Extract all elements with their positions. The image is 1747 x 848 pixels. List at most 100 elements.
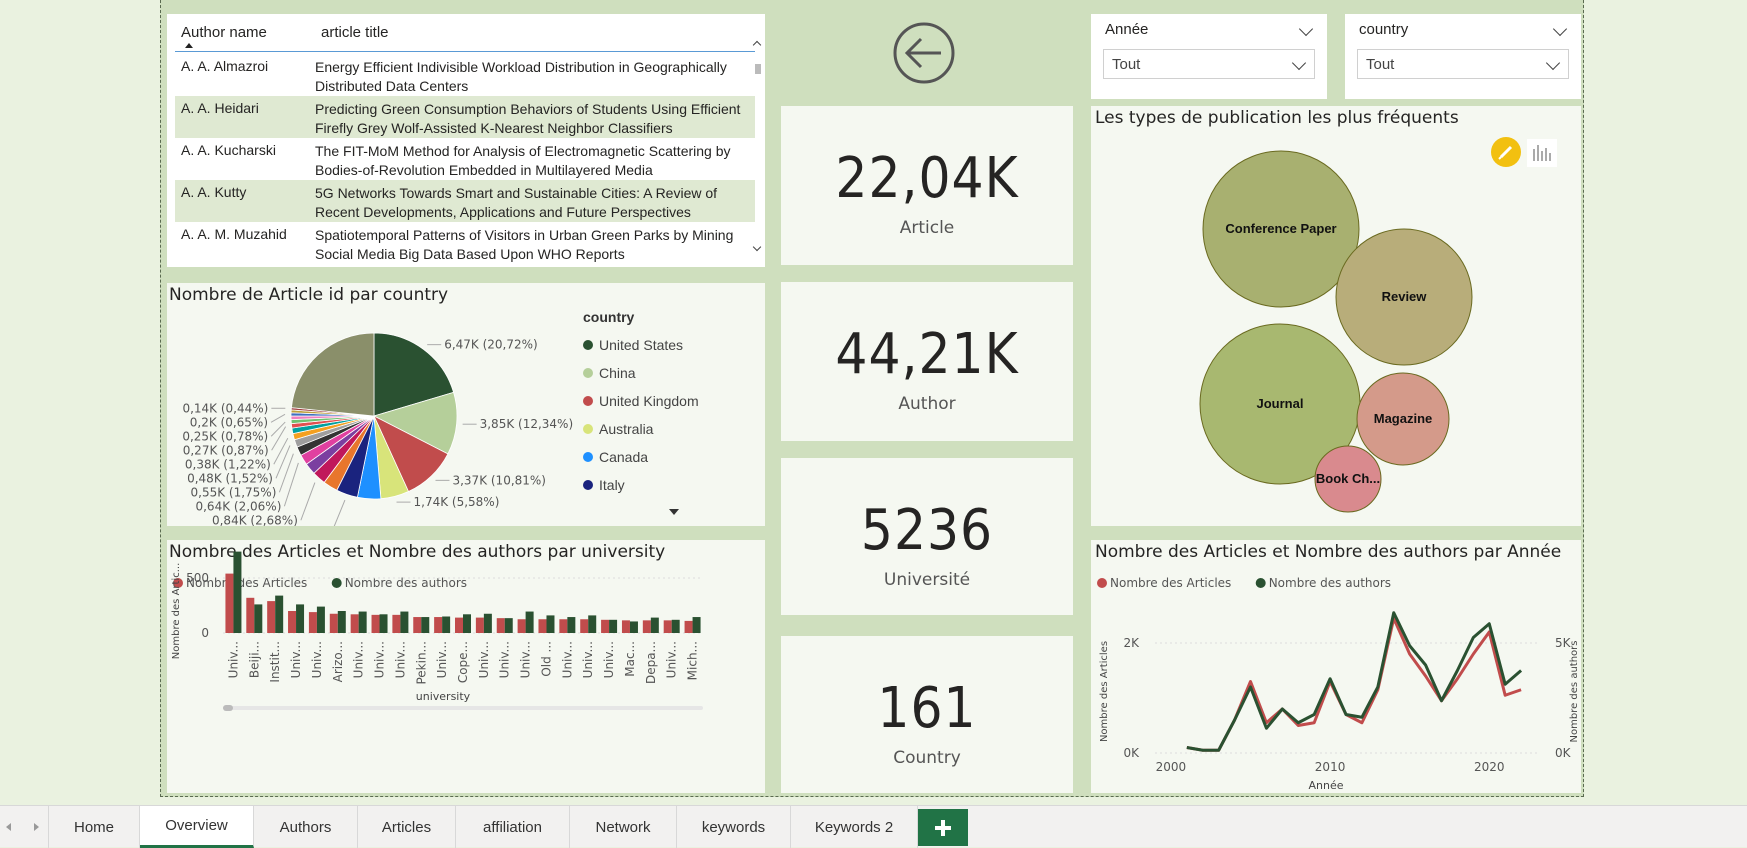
table-row[interactable]: A. A. Kutty 5G Networks Towards Smart an…	[175, 180, 755, 222]
back-button[interactable]	[893, 22, 955, 84]
series-line[interactable]	[1186, 616, 1522, 752]
bar[interactable]	[296, 604, 305, 633]
chevron-down-icon[interactable]	[1298, 21, 1314, 37]
kpi-label: Université	[883, 570, 971, 590]
slicer-country[interactable]: country Tout	[1345, 14, 1581, 99]
bar[interactable]	[371, 614, 380, 633]
bar[interactable]	[692, 617, 701, 633]
pie-data-label: 3,37K (10,81%)	[452, 473, 546, 487]
bar[interactable]	[504, 618, 513, 633]
kpi-card-countries: 161 Country	[781, 636, 1073, 793]
bar[interactable]	[337, 611, 346, 633]
legend-item[interactable]: Australia	[583, 415, 763, 443]
annee-dropdown[interactable]: Tout	[1103, 49, 1315, 79]
bar[interactable]	[350, 614, 359, 633]
tab-articles[interactable]: Articles	[358, 806, 456, 848]
bubble-chart-panel[interactable]: Les types de publication les plus fréque…	[1091, 106, 1581, 526]
bar[interactable]	[233, 551, 242, 633]
bar[interactable]	[421, 617, 430, 633]
bar[interactable]	[308, 612, 317, 633]
bar[interactable]	[413, 617, 422, 633]
scroll-thumb[interactable]	[223, 705, 233, 711]
series-line[interactable]	[1186, 611, 1523, 752]
tab-network[interactable]: Network	[570, 806, 677, 848]
author-article-table[interactable]: Author name article title A. A. Almazroi…	[167, 14, 765, 267]
table-row[interactable]: A. A. Heidari Predicting Green Consumpti…	[175, 96, 755, 138]
bar[interactable]	[267, 601, 276, 633]
bar[interactable]	[588, 615, 597, 633]
legend-marker	[583, 340, 593, 350]
bar[interactable]	[538, 619, 547, 633]
bar[interactable]	[496, 618, 505, 633]
tab-affiliation[interactable]: affiliation	[456, 806, 570, 848]
legend-item[interactable]: United States	[583, 331, 763, 359]
bar[interactable]	[671, 619, 680, 633]
bar[interactable]	[525, 611, 534, 633]
bar[interactable]	[316, 606, 325, 633]
bar[interactable]	[567, 617, 576, 633]
bar[interactable]	[455, 617, 463, 633]
bar[interactable]	[275, 595, 284, 633]
bar[interactable]	[517, 619, 526, 633]
tab-keywords[interactable]: keywords	[677, 806, 791, 848]
column-header-author[interactable]: Author name	[181, 24, 267, 41]
bar[interactable]	[225, 573, 234, 633]
legend-item[interactable]: China	[583, 359, 763, 387]
bar-chart-panel[interactable]: Nombre des Articles et Nombre des author…	[167, 540, 765, 793]
x-tick-label: Univ...	[477, 641, 491, 678]
scroll-thumb[interactable]	[755, 64, 761, 74]
tab-scroll-left-icon[interactable]	[6, 823, 11, 831]
pie-slice[interactable]	[290, 332, 375, 417]
bar[interactable]	[684, 620, 693, 633]
bar-chart[interactable]: Nombre des Articles Nombre des authors050…	[167, 540, 765, 793]
bubble-chart[interactable]: Conference Paper Review Journal Magazine Boo…	[1091, 106, 1581, 526]
table-scrollbar[interactable]	[752, 32, 763, 252]
bar[interactable]	[329, 613, 338, 633]
bar[interactable]	[475, 617, 484, 633]
bar[interactable]	[254, 604, 263, 633]
column-header-title[interactable]: article title	[321, 24, 389, 41]
tab-home[interactable]: Home	[49, 806, 140, 848]
bar[interactable]	[629, 621, 638, 633]
country-dropdown[interactable]: Tout	[1357, 49, 1569, 79]
bar[interactable]	[442, 616, 451, 634]
scroll-down-icon[interactable]	[752, 242, 762, 252]
line-chart[interactable]: Nombre des Articles Nombre des authors 0K 0…	[1091, 540, 1581, 793]
bar[interactable]	[379, 614, 388, 633]
bar[interactable]	[621, 620, 630, 633]
bar[interactable]	[601, 619, 610, 633]
tab-scroll-right-icon[interactable]	[34, 823, 39, 831]
scroll-up-icon[interactable]	[752, 40, 762, 50]
legend-scroll-down-icon[interactable]	[669, 509, 679, 515]
bar[interactable]	[609, 619, 618, 633]
chevron-down-icon[interactable]	[1552, 21, 1568, 37]
pie-chart-panel[interactable]: Nombre de Article id par country 6,47K (…	[167, 283, 765, 526]
table-row[interactable]: A. A. Almazroi Energy Efficient Indivisi…	[175, 54, 755, 96]
tab-keywords-2[interactable]: Keywords 2	[791, 806, 918, 848]
bar[interactable]	[483, 613, 492, 633]
bar[interactable]	[642, 620, 651, 633]
bar[interactable]	[392, 614, 401, 633]
bar[interactable]	[546, 615, 555, 633]
table-row[interactable]: A. A. Kucharski The FIT-MoM Method for A…	[175, 138, 755, 180]
slicer-annee[interactable]: Année Tout	[1091, 14, 1327, 99]
line-chart-panel[interactable]: Nombre des Articles et Nombre des author…	[1091, 540, 1581, 793]
bar[interactable]	[663, 620, 672, 633]
bar[interactable]	[246, 597, 255, 633]
bar[interactable]	[559, 619, 568, 633]
legend-item[interactable]: United Kingdom	[583, 387, 763, 415]
bar[interactable]	[580, 619, 589, 633]
legend-item[interactable]: Canada	[583, 443, 763, 471]
bar[interactable]	[400, 611, 409, 633]
bar[interactable]	[463, 614, 471, 633]
bar[interactable]	[358, 611, 367, 633]
horizontal-scrollbar[interactable]	[223, 706, 703, 710]
bar[interactable]	[288, 611, 297, 633]
tab-authors[interactable]: Authors	[254, 806, 358, 848]
add-page-button[interactable]	[918, 809, 968, 846]
bar[interactable]	[650, 617, 659, 633]
tab-overview[interactable]: Overview	[140, 806, 254, 848]
bar[interactable]	[434, 617, 443, 633]
legend-item[interactable]: Italy	[583, 471, 763, 499]
table-row[interactable]: A. A. M. Muzahid Spatiotemporal Patterns…	[175, 222, 755, 264]
